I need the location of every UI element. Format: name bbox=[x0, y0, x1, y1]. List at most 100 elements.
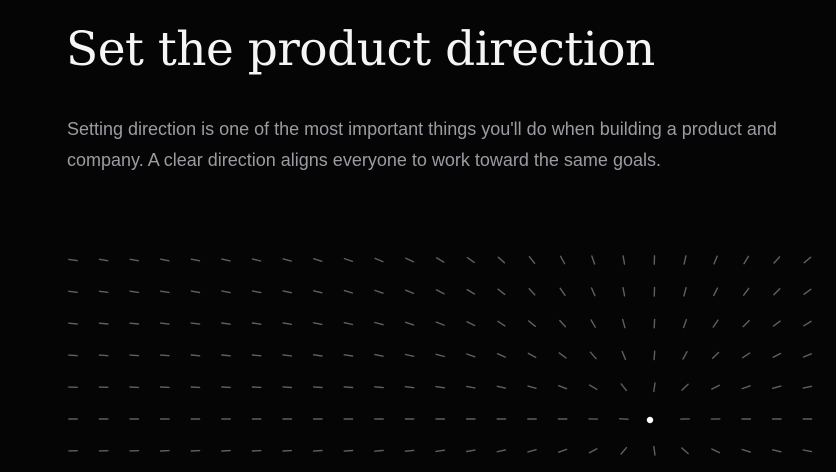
direction-dash bbox=[343, 449, 354, 452]
direction-dash bbox=[98, 290, 109, 293]
direction-dash bbox=[712, 319, 719, 328]
direction-dash bbox=[622, 255, 626, 265]
direction-dash bbox=[190, 258, 201, 262]
direction-dash bbox=[466, 385, 476, 389]
direction-dash bbox=[742, 352, 751, 359]
direction-dash bbox=[466, 321, 476, 327]
direction-dash bbox=[466, 256, 475, 264]
direction-dash bbox=[313, 290, 323, 294]
direction-dash bbox=[190, 322, 201, 325]
direction-dash bbox=[496, 449, 507, 453]
direction-dash bbox=[343, 322, 354, 326]
direction-dash bbox=[221, 322, 231, 325]
direction-dash bbox=[653, 445, 656, 456]
direction-dash bbox=[683, 255, 687, 265]
direction-dash bbox=[159, 322, 170, 325]
direction-dash bbox=[772, 385, 782, 389]
direction-dash bbox=[559, 287, 566, 296]
direction-dash bbox=[251, 258, 262, 262]
direction-dash bbox=[129, 258, 140, 262]
direction-dash bbox=[713, 255, 718, 265]
direction-dash bbox=[435, 289, 445, 295]
direction-dash bbox=[68, 290, 78, 293]
direction-dash bbox=[772, 352, 782, 358]
direction-dash bbox=[802, 449, 813, 453]
direction-dash bbox=[312, 354, 323, 357]
direction-dash bbox=[772, 449, 782, 453]
direction-dash bbox=[435, 321, 445, 326]
direction-dash bbox=[527, 385, 537, 389]
direction-dash bbox=[711, 448, 721, 454]
direction-dash bbox=[404, 353, 415, 357]
direction-dash bbox=[159, 258, 170, 262]
direction-dash bbox=[343, 289, 354, 294]
direction-dash bbox=[251, 290, 262, 294]
direction-dash bbox=[374, 257, 384, 263]
direction-dash bbox=[466, 288, 476, 295]
direction-dash bbox=[435, 385, 446, 389]
direction-dash bbox=[312, 386, 323, 389]
direction-dash bbox=[98, 258, 109, 262]
direction-dash bbox=[466, 353, 476, 358]
direction-dash bbox=[802, 385, 813, 389]
focus-dot bbox=[646, 416, 654, 424]
direction-dash bbox=[741, 385, 751, 390]
direction-dash bbox=[404, 321, 415, 326]
direction-dash bbox=[68, 354, 78, 357]
direction-dash bbox=[743, 287, 750, 296]
direction-dash bbox=[496, 385, 507, 389]
direction-dash bbox=[711, 384, 721, 390]
direction-dash bbox=[251, 322, 262, 325]
direction-dash bbox=[343, 354, 354, 357]
direction-dash bbox=[803, 320, 812, 327]
direction-dash bbox=[435, 257, 445, 263]
direction-dash bbox=[282, 258, 292, 262]
direction-dash bbox=[343, 257, 354, 263]
direction-dash bbox=[159, 354, 170, 357]
direction-dash bbox=[588, 448, 598, 454]
direction-dash bbox=[98, 322, 109, 325]
direction-dash bbox=[405, 289, 415, 295]
direction-dash bbox=[683, 287, 687, 297]
direction-dash bbox=[404, 386, 415, 389]
direction-dash bbox=[312, 449, 323, 452]
direction-dash bbox=[682, 351, 688, 360]
direction-dash bbox=[313, 322, 323, 326]
direction-dash bbox=[558, 352, 567, 359]
direction-dash bbox=[620, 383, 628, 392]
direction-dash bbox=[129, 354, 140, 357]
direction-dash bbox=[741, 448, 751, 453]
direction-dash bbox=[558, 385, 568, 390]
direction-dash bbox=[559, 319, 567, 328]
direction-dash bbox=[528, 256, 536, 264]
direction-dash bbox=[713, 287, 719, 297]
direction-dash bbox=[653, 350, 656, 361]
direction-dash bbox=[559, 255, 566, 265]
direction-dash bbox=[343, 386, 354, 389]
direction-dash bbox=[374, 289, 384, 294]
direction-dash bbox=[374, 386, 384, 389]
direction-dash bbox=[620, 446, 628, 455]
direction-dash bbox=[282, 290, 292, 294]
direction-dash bbox=[129, 290, 140, 294]
direction-dash bbox=[129, 322, 140, 325]
direction-dash bbox=[773, 288, 781, 296]
direction-dash bbox=[803, 288, 812, 295]
direction-dash bbox=[653, 382, 656, 393]
direction-dash bbox=[68, 322, 78, 325]
direction-dash bbox=[682, 319, 688, 329]
direction-dash bbox=[313, 258, 323, 262]
direction-dash bbox=[681, 383, 689, 391]
direction-dash bbox=[282, 354, 293, 357]
direction-dash bbox=[497, 256, 506, 264]
direction-dash bbox=[743, 255, 750, 265]
direction-dash bbox=[282, 386, 293, 389]
direction-dash bbox=[221, 258, 231, 262]
direction-dash bbox=[374, 353, 384, 357]
direction-dash bbox=[282, 322, 292, 325]
direction-dash bbox=[405, 257, 415, 263]
direction-dash bbox=[711, 351, 720, 359]
direction-dash bbox=[773, 256, 781, 264]
direction-dash bbox=[742, 319, 750, 328]
direction-dash bbox=[588, 384, 598, 390]
